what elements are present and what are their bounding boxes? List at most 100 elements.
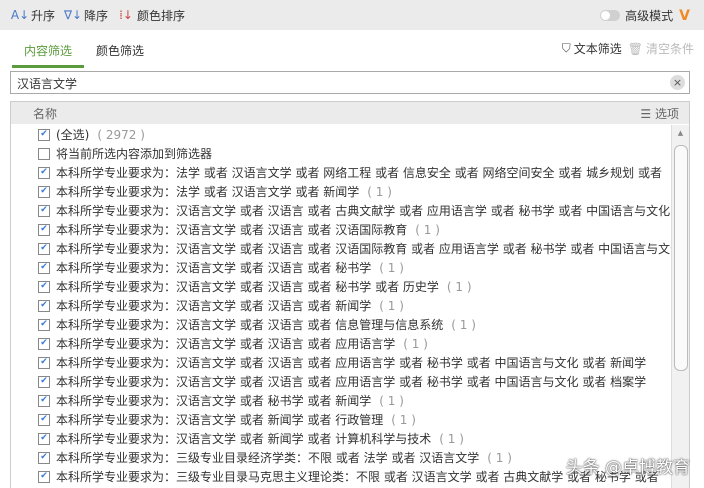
checkbox-checked[interactable]: ✔: [38, 375, 50, 388]
list-item[interactable]: ✔ 本科所学专业要求为：汉语言文学 或者 汉语言 或者 秘书学 或者 历史学 ( 1…: [11, 277, 671, 296]
options-button[interactable]: ☰ 选项: [640, 105, 679, 122]
advanced-mode-label: 高级模式: [625, 9, 674, 23]
item-label: 本科所学专业要求为：汉语言文学 或者 汉语言 或者 应用语言学 或者 秘书学 或…: [56, 356, 647, 370]
toggle-switch-icon: [600, 10, 621, 21]
options-label: 选项: [654, 106, 679, 121]
checkbox-unchecked[interactable]: [38, 147, 50, 160]
list-header: 名称 ☰ 选项: [11, 102, 689, 124]
item-label: 本科所学专业要求为：汉语言文学 或者 汉语言 或者 新闻学: [56, 299, 372, 313]
list-item[interactable]: ✔ 本科所学专业要求为：法学 或者 汉语言文学 或者 新闻学 ( 1 ): [11, 182, 671, 201]
scroll-up-icon[interactable]: ▲: [672, 125, 689, 141]
item-label: 本科所学专业要求为：三级专业目录经济学类：不限 或者 法学 或者 汉语言文学: [56, 451, 480, 465]
item-label: 本科所学专业要求为：汉语言文学 或者 新闻学 或者 计算机科学与技术: [56, 432, 432, 446]
list-item[interactable]: ✔ 本科所学专业要求为：汉语言文学 或者 汉语言 或者 秘书学 ( 1 ): [11, 258, 671, 277]
checkbox-checked[interactable]: ✔: [38, 261, 50, 274]
checkbox-checked[interactable]: ✔: [38, 337, 50, 350]
item-count: ( 1 ): [487, 450, 512, 465]
checkbox-checked[interactable]: ✔: [38, 470, 50, 483]
sort-descending-icon: ∇↓: [63, 8, 83, 22]
sort-ascending-button[interactable]: A↓ 升序: [10, 7, 56, 24]
checkbox-checked[interactable]: ✔: [38, 432, 50, 445]
list-item[interactable]: ✔ 本科所学专业要求为：法学 或者 汉语言文学 或者 网络工程 或者 信息安全 或…: [11, 163, 671, 182]
checkbox-checked[interactable]: ✔: [38, 223, 50, 236]
list-item[interactable]: ✔ 本科所学专业要求为：汉语言文学 或者 汉语言 或者 信息管理与信息系统 ( 1 …: [11, 315, 671, 334]
item-label: 本科所学专业要求为：汉语言文学 或者 新闻学 或者 行政管理: [56, 413, 384, 427]
list-item[interactable]: ✔ 本科所学专业要求为：汉语言文学 或者 汉语言 或者 古典文献学 或者 应用语言…: [11, 201, 671, 220]
checkbox-checked[interactable]: ✔: [38, 356, 50, 369]
checkbox-checked[interactable]: ✔: [38, 204, 50, 217]
color-sort-button[interactable]: ⁞↓ 颜色排序: [118, 7, 185, 24]
item-label: (全选): [56, 128, 90, 142]
scrollbar[interactable]: ▲: [671, 125, 689, 488]
item-label: 本科所学专业要求为：汉语言文学 或者 秘书学 或者 新闻学: [56, 394, 372, 408]
color-sort-icon: ⁞↓: [119, 8, 133, 22]
sort-ascending-icon: A↓: [10, 8, 30, 22]
checkbox-checked[interactable]: ✔: [38, 413, 50, 426]
item-count: ( 1 ): [379, 260, 404, 275]
name-column-header: 名称: [33, 106, 58, 121]
item-count: ( 1 ): [367, 184, 392, 199]
item-count: ( 1 ): [446, 279, 472, 294]
text-filter-button[interactable]: 文本筛选: [574, 40, 622, 57]
item-label: 本科所学专业要求为：汉语言文学 或者 汉语言 或者 信息管理与信息系统: [56, 318, 444, 332]
item-label: 本科所学专业要求为：汉语言文学 或者 汉语言 或者 秘书学: [56, 261, 372, 275]
item-label: 本科所学专业要求为：汉语言文学 或者 汉语言 或者 汉语国际教育 或者 应用语言…: [56, 242, 671, 256]
list-item[interactable]: ✔ (全选) ( 2972 ): [11, 125, 671, 144]
filter-list: 名称 ☰ 选项 ✔ (全选) ( 2972 ) 将当前所选内容添加到筛选器 ✔ 本科所学专…: [10, 101, 690, 488]
checkbox-checked[interactable]: ✔: [38, 299, 50, 312]
tab-content-filter[interactable]: 内容筛选: [11, 42, 85, 68]
trash-icon: 🗑: [627, 41, 643, 56]
checkbox-checked[interactable]: ✔: [38, 166, 50, 179]
list-item[interactable]: ✔ 本科所学专业要求为：汉语言文学 或者 汉语言 或者 汉语国际教育 ( 1 ): [11, 220, 671, 239]
checkbox-checked[interactable]: ✔: [38, 451, 50, 464]
checkbox-checked[interactable]: ✔: [38, 394, 50, 407]
item-count: ( 1 ): [451, 317, 476, 332]
scrollbar-thumb[interactable]: [674, 145, 688, 371]
filter-tabs: 内容筛选 颜色筛选 ⛉ 文本筛选 🗑 清空条件: [11, 40, 694, 68]
checkbox-checked[interactable]: ✔: [38, 128, 50, 141]
item-count: ( 1 ): [415, 222, 440, 237]
list-item[interactable]: ✔ 本科所学专业要求为：汉语言文学 或者 新闻学 或者 计算机科学与技术 ( 1 ): [11, 429, 671, 448]
search-value: 汉语言文学: [17, 77, 78, 91]
sort-descending-button[interactable]: ∇↓ 降序: [63, 7, 109, 24]
checkbox-checked[interactable]: ✔: [38, 185, 50, 198]
list-item[interactable]: ✔ 本科所学专业要求为：汉语言文学 或者 汉语言 或者 新闻学 ( 1 ): [11, 296, 671, 315]
item-label: 将当前所选内容添加到筛选器: [56, 147, 213, 161]
clear-search-icon[interactable]: ×: [670, 75, 685, 90]
item-count: ( 2972 ): [97, 127, 145, 142]
item-label: 本科所学专业要求为：汉语言文学 或者 汉语言 或者 秘书学 或者 历史学: [56, 280, 439, 294]
list-item[interactable]: ✔ 本科所学专业要求为：汉语言文学 或者 汉语言 或者 汉语国际教育 或者 应用语…: [11, 239, 671, 258]
list-item[interactable]: 将当前所选内容添加到筛选器: [11, 144, 671, 163]
search-input[interactable]: 汉语言文学 ×: [10, 71, 690, 94]
tab-color-filter[interactable]: 颜色筛选: [96, 42, 144, 59]
item-label: 本科所学专业要求为：法学 或者 汉语言文学 或者 网络工程 或者 信息安全 或者…: [56, 166, 662, 180]
sort-ascending-label: 升序: [31, 8, 56, 23]
list-item[interactable]: ✔ 本科所学专业要求为：汉语言文学 或者 新闻学 或者 行政管理 ( 1 ): [11, 410, 671, 429]
list-item[interactable]: ✔ 本科所学专业要求为：汉语言文学 或者 汉语言 或者 应用语言学 或者 秘书学 …: [11, 353, 671, 372]
list-rows: ✔ (全选) ( 2972 ) 将当前所选内容添加到筛选器 ✔ 本科所学专业要求为：法学 …: [11, 125, 671, 486]
clear-conditions-button[interactable]: 清空条件: [646, 40, 694, 57]
sort-descending-label: 降序: [84, 8, 109, 23]
item-count: ( 1 ): [439, 431, 464, 446]
color-sort-label: 颜色排序: [137, 8, 186, 23]
filter-icon: ⛉: [561, 41, 571, 55]
list-item[interactable]: ✔ 本科所学专业要求为：汉语言文学 或者 汉语言 或者 应用语言学 或者 秘书学 …: [11, 372, 671, 391]
checkbox-checked[interactable]: ✔: [38, 242, 50, 255]
item-label: 本科所学专业要求为：汉语言文学 或者 汉语言 或者 应用语言学: [56, 337, 396, 351]
item-count: ( 1 ): [391, 412, 416, 427]
list-item[interactable]: ✔ 本科所学专业要求为：汉语言文学 或者 秘书学 或者 新闻学 ( 1 ): [11, 391, 671, 410]
checkbox-checked[interactable]: ✔: [38, 318, 50, 331]
checkbox-checked[interactable]: ✔: [38, 280, 50, 293]
item-label: 本科所学专业要求为：汉语言文学 或者 汉语言 或者 古典文献学 或者 应用语言学…: [56, 204, 671, 218]
item-count: ( 1 ): [379, 298, 404, 313]
vip-icon: V: [679, 7, 690, 24]
item-label: 本科所学专业要求为：汉语言文学 或者 汉语言 或者 应用语言学 或者 秘书学 或…: [56, 375, 647, 389]
watermark: 头条 @卓博教育: [565, 458, 690, 478]
menu-icon: ☰: [640, 106, 655, 121]
item-count: ( 1 ): [379, 393, 404, 408]
toolbar: A↓ 升序 ∇↓ 降序 ⁞↓ 颜色排序 高级模式 V: [0, 0, 704, 30]
item-count: ( 1 ): [403, 336, 428, 351]
list-item[interactable]: ✔ 本科所学专业要求为：汉语言文学 或者 汉语言 或者 应用语言学 ( 1 ): [11, 334, 671, 353]
advanced-mode-toggle[interactable]: 高级模式 V: [600, 7, 690, 24]
item-label: 本科所学专业要求为：法学 或者 汉语言文学 或者 新闻学: [56, 185, 360, 199]
